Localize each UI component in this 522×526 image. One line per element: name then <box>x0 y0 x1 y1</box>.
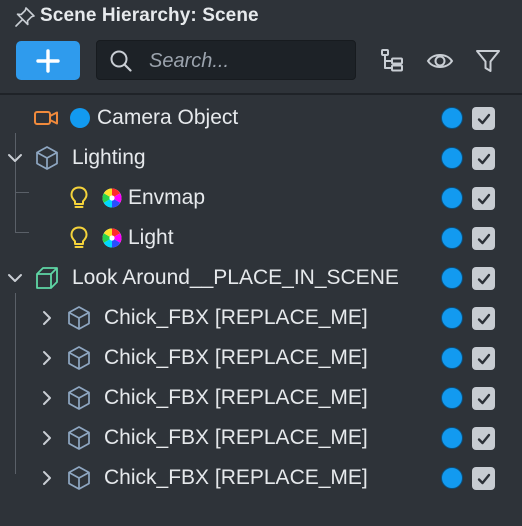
visibility-toggle[interactable] <box>441 187 463 209</box>
lightbulb-icon <box>70 186 88 208</box>
enabled-checkbox[interactable] <box>472 227 495 250</box>
box-icon <box>36 146 58 170</box>
cube-icon <box>36 267 58 289</box>
chevron-right-icon[interactable] <box>38 429 56 447</box>
box-icon <box>68 426 90 450</box>
visibility-toggle[interactable] <box>441 307 463 329</box>
enabled-checkbox[interactable] <box>472 467 495 490</box>
visibility-toggle[interactable] <box>441 147 463 169</box>
checkmark-icon <box>477 273 490 284</box>
visibility-toggle[interactable] <box>441 107 463 129</box>
lightbulb-icon <box>70 226 88 248</box>
checkmark-icon <box>477 393 490 404</box>
enabled-checkbox[interactable] <box>472 267 495 290</box>
tree-row-envmap[interactable]: Envmap <box>0 178 522 218</box>
color-wheel-icon <box>102 188 122 208</box>
checkmark-icon <box>477 153 490 164</box>
checkmark-icon <box>477 313 490 324</box>
tree-row-lighting[interactable]: Lighting <box>0 138 522 178</box>
search-icon <box>110 50 132 72</box>
tree-item-label: Chick_FBX [REPLACE_ME] <box>104 386 368 409</box>
search-box[interactable] <box>96 40 356 80</box>
checkmark-icon <box>477 233 490 244</box>
tree-row-camera-object[interactable]: Camera Object <box>0 98 522 138</box>
scene-hierarchy-panel: Scene Hierarchy: Scene Search... Camera … <box>0 0 522 526</box>
tree-item-label: Light <box>128 226 174 249</box>
chevron-right-icon[interactable] <box>38 349 56 367</box>
chevron-right-icon[interactable] <box>38 389 56 407</box>
visibility-toggle[interactable] <box>441 227 463 249</box>
tree-row-chick-fbx[interactable]: Chick_FBX [REPLACE_ME] <box>0 458 522 498</box>
checkmark-icon <box>477 113 490 124</box>
hierarchy-icon[interactable] <box>377 46 407 76</box>
visibility-toggle[interactable] <box>441 267 463 289</box>
enabled-checkbox[interactable] <box>472 347 495 370</box>
checkmark-icon <box>477 433 490 444</box>
visibility-toggle[interactable] <box>441 387 463 409</box>
plus-icon <box>36 48 60 73</box>
tree-row-chick-fbx[interactable]: Chick_FBX [REPLACE_ME] <box>0 378 522 418</box>
enabled-checkbox[interactable] <box>472 107 495 130</box>
box-icon <box>68 306 90 330</box>
add-object-button[interactable] <box>16 41 80 80</box>
enabled-checkbox[interactable] <box>472 387 495 410</box>
camera-icon <box>34 111 58 125</box>
checkmark-icon <box>477 353 490 364</box>
enabled-checkbox[interactable] <box>472 427 495 450</box>
chevron-right-icon[interactable] <box>38 309 56 327</box>
object-color-dot <box>70 108 90 128</box>
panel-title: Scene Hierarchy: Scene <box>40 5 259 26</box>
tree-item-label: Chick_FBX [REPLACE_ME] <box>104 466 368 489</box>
chevron-right-icon[interactable] <box>38 469 56 487</box>
enabled-checkbox[interactable] <box>472 307 495 330</box>
panel-titlebar: Scene Hierarchy: Scene <box>0 0 522 34</box>
tree-item-label: Camera Object <box>97 106 239 129</box>
tree-item-label: Chick_FBX [REPLACE_ME] <box>104 306 368 329</box>
tree-row-chick-fbx[interactable]: Chick_FBX [REPLACE_ME] <box>0 298 522 338</box>
tree-row-chick-fbx[interactable]: Chick_FBX [REPLACE_ME] <box>0 418 522 458</box>
visibility-toggle[interactable] <box>441 347 463 369</box>
chevron-down-icon[interactable] <box>6 149 24 167</box>
visibility-toggle[interactable] <box>441 467 463 489</box>
color-wheel-icon <box>102 228 122 248</box>
checkmark-icon <box>477 473 490 484</box>
tree-item-label: Lighting <box>72 146 146 169</box>
tree-item-label: Envmap <box>128 186 206 209</box>
tree-item-label: Chick_FBX [REPLACE_ME] <box>104 346 368 369</box>
tree-row-chick-fbx[interactable]: Chick_FBX [REPLACE_ME] <box>0 338 522 378</box>
box-icon <box>68 466 90 490</box>
tree-item-label: Look Around__PLACE_IN_SCENE <box>72 266 399 289</box>
chevron-down-icon[interactable] <box>6 269 24 287</box>
box-icon <box>68 386 90 410</box>
tree-row-light[interactable]: Light <box>0 218 522 258</box>
tree-row-look-around[interactable]: Look Around__PLACE_IN_SCENE <box>0 258 522 298</box>
pin-icon[interactable] <box>13 5 37 29</box>
checkmark-icon <box>477 193 490 204</box>
box-icon <box>68 346 90 370</box>
tree-item-label: Chick_FBX [REPLACE_ME] <box>104 426 368 449</box>
toolbar-divider <box>0 93 522 95</box>
search-input[interactable] <box>147 47 351 75</box>
filter-icon[interactable] <box>473 46 503 76</box>
enabled-checkbox[interactable] <box>472 147 495 170</box>
eye-icon[interactable] <box>425 46 455 76</box>
enabled-checkbox[interactable] <box>472 187 495 210</box>
visibility-toggle[interactable] <box>441 427 463 449</box>
